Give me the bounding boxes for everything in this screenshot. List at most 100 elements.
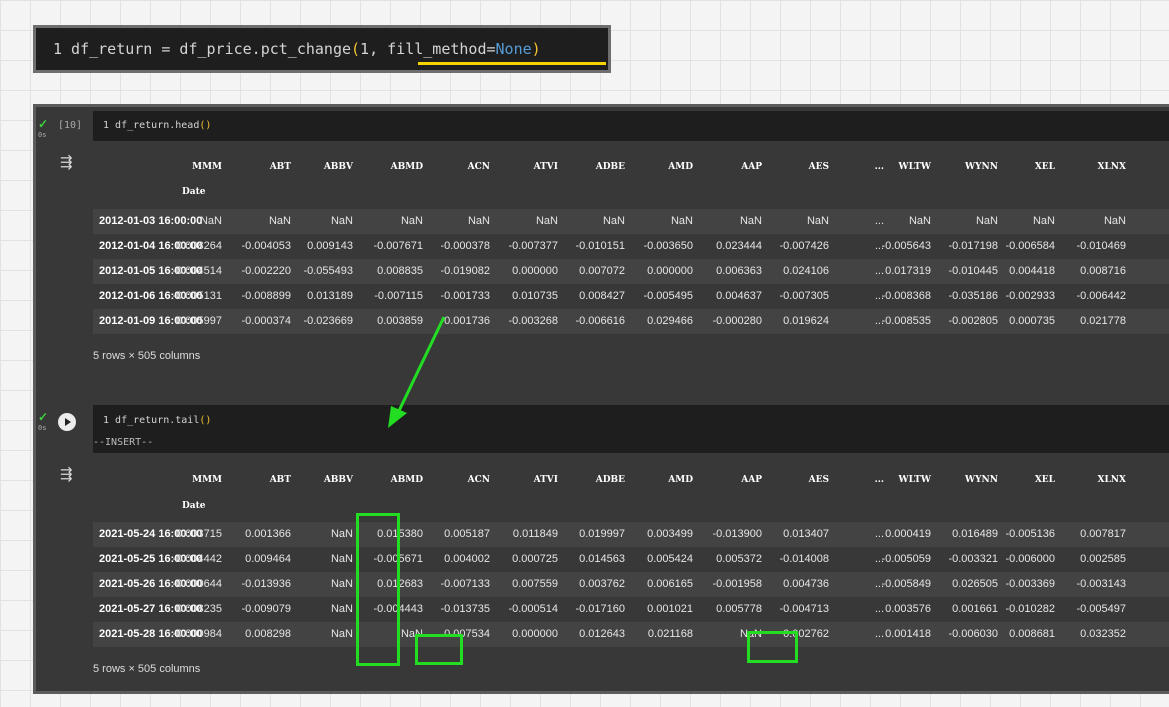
table-row: 2012-01-04 16:00:00 0.008264 -0.004053 0.00… <box>93 234 1169 259</box>
table-cell: 0.021778 <box>1080 315 1126 327</box>
table-cell: NaN <box>670 215 693 227</box>
table-row: 2021-05-28 16:00:00 -0.000984 0.008298 NaN N… <box>93 622 1169 647</box>
column-header: ACN <box>467 475 490 485</box>
column-header: AMD <box>668 162 693 172</box>
table-cell: 0.009143 <box>307 240 353 252</box>
table-cell: NaN <box>739 215 762 227</box>
table-cell: NaN <box>908 215 931 227</box>
table-cell: 0.007817 <box>1080 528 1126 540</box>
table-cell: 0.006363 <box>716 265 762 277</box>
column-header: XEL <box>1034 475 1055 485</box>
table-cell: 0.004418 <box>1009 265 1055 277</box>
column-header: AAP <box>741 475 762 485</box>
table-cell: -0.000280 <box>712 315 762 327</box>
run-success-icon: ✓ <box>38 410 49 424</box>
table-cell: NaN <box>330 603 353 615</box>
column-header: MMM <box>192 475 222 485</box>
table-cell: 0.000000 <box>647 265 693 277</box>
column-header: WYNN <box>965 162 998 172</box>
table-cell: 0.003576 <box>885 603 931 615</box>
table-cell: -0.006442 <box>1076 290 1126 302</box>
table-cell: -0.007133 <box>440 578 490 590</box>
table-cell: 0.000419 <box>885 528 931 540</box>
table-cell: 0.000000 <box>512 628 558 640</box>
table-cell: NaN <box>330 578 353 590</box>
column-header: MMM <box>192 162 222 172</box>
abbv-nan-highlight <box>356 513 400 666</box>
table-cell: 0.008681 <box>1009 628 1055 640</box>
table-cell: NaN <box>330 553 353 565</box>
table-cell: -0.002220 <box>241 265 291 277</box>
table-cell: -0.000984 <box>172 628 222 640</box>
column-header: WYNN <box>965 475 998 485</box>
column-header: WLTW <box>898 475 931 485</box>
table2-index-name: Date <box>182 501 206 511</box>
table-cell: NaN <box>1103 215 1126 227</box>
column-header: ABMD <box>390 475 423 485</box>
table-cell: 0.001366 <box>245 528 291 540</box>
table-cell: NaN <box>1032 215 1055 227</box>
snippet-code: 1 df_return = df_price.pct_change(1, fil… <box>53 40 541 58</box>
table-cell: -0.003650 <box>643 240 693 252</box>
table-cell: -0.003369 <box>1005 578 1055 590</box>
table-cell: 0.000000 <box>512 265 558 277</box>
table-cell: NaN <box>602 215 625 227</box>
abmd-nan-highlight <box>415 634 463 665</box>
cell1-code-editor[interactable]: 1 df_return.head() <box>93 111 1169 141</box>
run-success-icon: ✓ <box>38 117 49 131</box>
table-cell: 0.005778 <box>716 603 762 615</box>
table-cell: 0.010735 <box>512 290 558 302</box>
table-cell: 0.004637 <box>716 290 762 302</box>
table-cell: -0.009079 <box>241 603 291 615</box>
column-header: XLNX <box>1097 475 1126 485</box>
table-cell: NaN <box>467 215 490 227</box>
table-cell: -0.006584 <box>1005 240 1055 252</box>
table-cell: 0.032352 <box>1080 628 1126 640</box>
cell2-code-editor[interactable]: 1 df_return.tail() --INSERT-- <box>93 405 1169 453</box>
table-cell: -0.005495 <box>643 290 693 302</box>
table-cell: 0.021168 <box>647 628 693 640</box>
table-cell: -0.008899 <box>241 290 291 302</box>
table-cell: -0.004442 <box>172 553 222 565</box>
highlight-underline <box>418 62 606 65</box>
table-cell: NaN <box>330 628 353 640</box>
column-header: XEL <box>1034 162 1055 172</box>
table-cell: 0.008427 <box>579 290 625 302</box>
table-cell: 0.008298 <box>245 628 291 640</box>
output-icon[interactable]: ⇶ <box>60 465 73 483</box>
column-header: ACN <box>467 162 490 172</box>
table-cell: 0.005187 <box>444 528 490 540</box>
cell2-exec-time: 0s <box>38 424 47 432</box>
table-cell: 0.029466 <box>647 315 693 327</box>
table-cell: -0.005059 <box>881 553 931 565</box>
table-cell: -0.005131 <box>172 290 222 302</box>
table-cell: -0.007377 <box>508 240 558 252</box>
table-cell: NaN <box>199 215 222 227</box>
table-cell: -0.001733 <box>440 290 490 302</box>
table-cell: -0.000514 <box>508 603 558 615</box>
table-cell: -0.013735 <box>440 603 490 615</box>
table-cell: 0.002585 <box>1080 553 1126 565</box>
column-header: AES <box>808 475 829 485</box>
table-row: 2021-05-24 16:00:00 0.003715 0.001366 NaN 0.… <box>93 522 1169 547</box>
run-cell-button[interactable] <box>58 413 76 431</box>
table-row: 2021-05-26 16:00:00 -0.000644 -0.013936 NaN… <box>93 572 1169 597</box>
table-cell: 0.006165 <box>647 578 693 590</box>
table-cell: -0.000644 <box>172 578 222 590</box>
column-header: WLTW <box>898 162 931 172</box>
table-cell: -0.019082 <box>440 265 490 277</box>
table-cell: 0.013189 <box>307 290 353 302</box>
table-cell: 0.011849 <box>512 528 558 540</box>
output-icon[interactable]: ⇶ <box>60 153 73 171</box>
table-cell: -0.008535 <box>881 315 931 327</box>
cell1-exec-count: [10] <box>58 120 83 131</box>
column-header: ABBV <box>323 162 353 172</box>
table-cell: 0.000735 <box>1009 315 1055 327</box>
table-cell: 0.001418 <box>885 628 931 640</box>
table-cell: 0.012643 <box>579 628 625 640</box>
table-cell: NaN <box>268 215 291 227</box>
table-cell: -0.010282 <box>1005 603 1055 615</box>
table-cell: 0.005372 <box>716 553 762 565</box>
column-header: ADBE <box>595 162 625 172</box>
table-cell: -0.002933 <box>1005 290 1055 302</box>
